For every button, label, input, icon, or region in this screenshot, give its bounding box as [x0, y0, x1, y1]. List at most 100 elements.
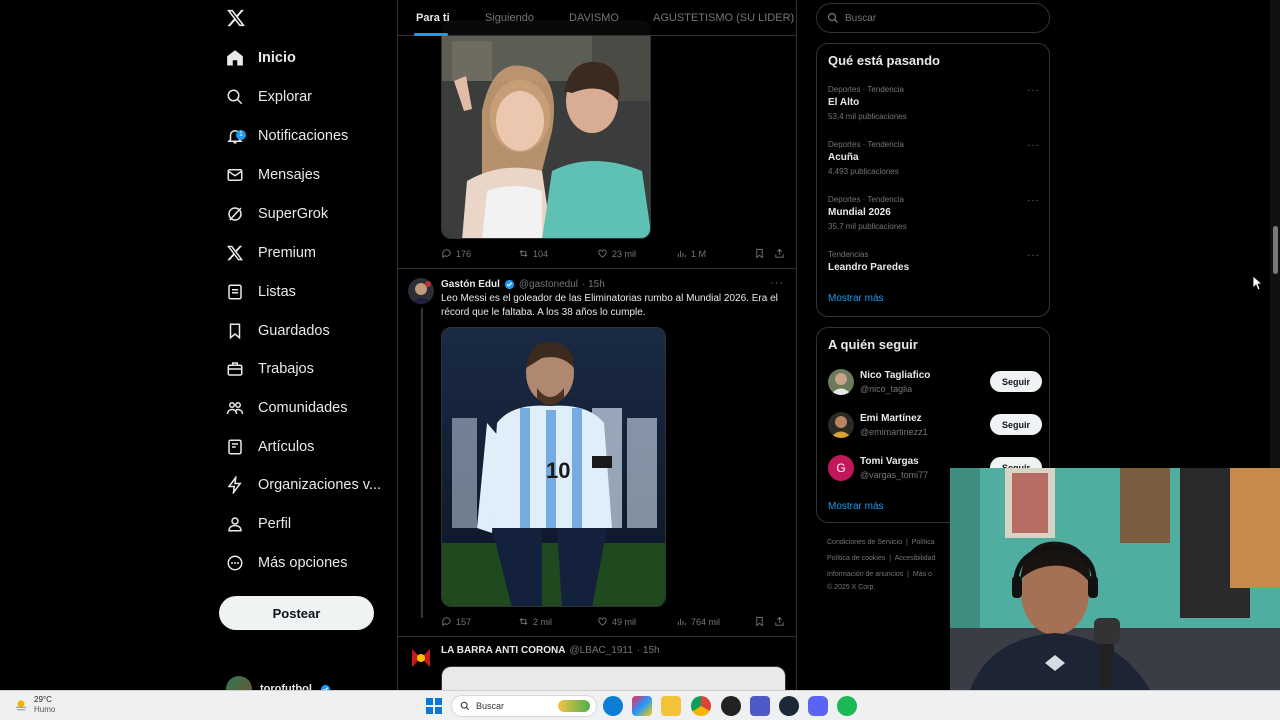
- tab-agustetismo[interactable]: AGUSTETISMO (SU LIDER): [653, 0, 794, 36]
- nav-item-perfil[interactable]: Perfil: [226, 508, 291, 540]
- nav-item-listas[interactable]: Listas: [226, 276, 296, 308]
- tab-para-ti[interactable]: Para ti: [416, 0, 450, 36]
- webcam-overlay: [950, 468, 1280, 690]
- like-button[interactable]: 23 mil: [597, 248, 636, 259]
- share-button[interactable]: [774, 248, 785, 259]
- post-image[interactable]: [441, 666, 786, 690]
- nav-item-notificaciones[interactable]: 1 Notificaciones: [226, 120, 348, 152]
- discord-icon[interactable]: [808, 696, 828, 716]
- nav-item-mas-opciones[interactable]: Más opciones: [226, 547, 347, 579]
- nav-item-premium[interactable]: Premium: [226, 237, 316, 269]
- trend-context: Deportes · Tendencia: [828, 195, 904, 204]
- show-more-link[interactable]: Mostrar más: [828, 293, 884, 304]
- more-options-icon[interactable]: ···: [1027, 140, 1040, 151]
- bookmark-button[interactable]: [754, 248, 765, 259]
- spotify-icon[interactable]: [837, 696, 857, 716]
- repost-count: 2 mil: [533, 616, 553, 627]
- active-tab-indicator: [414, 33, 448, 36]
- trend-item[interactable]: Deportes · Tendencia Mundial 2026 35,7 m…: [828, 195, 1042, 231]
- footer-link[interactable]: Política: [912, 539, 935, 546]
- chrome-icon[interactable]: [691, 696, 711, 716]
- chart-icon: [677, 618, 686, 626]
- tab-siguiendo[interactable]: Siguiendo: [485, 0, 534, 36]
- footer-links: Información de anuncios | Más o: [827, 571, 932, 578]
- obs-icon[interactable]: [721, 696, 741, 716]
- share-button[interactable]: [774, 616, 785, 627]
- views-button[interactable]: 764 mil: [676, 616, 720, 627]
- views-button[interactable]: 1 M: [676, 248, 706, 259]
- avatar[interactable]: [408, 278, 434, 304]
- show-more-link[interactable]: Mostrar más: [828, 501, 884, 512]
- more-options-icon[interactable]: ···: [1027, 250, 1040, 261]
- notification-badge: 1: [236, 130, 246, 140]
- author-name[interactable]: Gastón Edul: [441, 279, 500, 290]
- follow-button[interactable]: Seguir: [990, 371, 1042, 392]
- avatar[interactable]: [408, 645, 434, 671]
- people-icon: [226, 399, 244, 417]
- nav-item-explorar[interactable]: Explorar: [226, 81, 312, 113]
- who-to-follow-title: A quién seguir: [828, 337, 918, 352]
- footer-link[interactable]: Más o: [913, 571, 932, 578]
- bookmark-icon: [756, 616, 763, 627]
- reply-button[interactable]: 157: [441, 616, 471, 627]
- teams-icon[interactable]: [750, 696, 770, 716]
- nav-label: Notificaciones: [258, 128, 349, 144]
- tab-davismo[interactable]: DAVISMO: [569, 0, 619, 36]
- follow-suggestion[interactable]: Nico Tagliafico @nico_taglia Seguir: [828, 368, 1042, 398]
- nav-item-guardados[interactable]: Guardados: [226, 315, 330, 347]
- trend-context: Deportes · Tendencia: [828, 85, 904, 94]
- copyright: © 2025 X Corp.: [827, 584, 876, 591]
- author-name[interactable]: LA BARRA ANTI CORONA: [441, 645, 565, 656]
- nav-item-mensajes[interactable]: Mensajes: [226, 159, 320, 191]
- nav-item-inicio[interactable]: Inicio: [226, 42, 296, 74]
- verified-icon: [504, 279, 514, 290]
- windows-start-icon[interactable]: [424, 696, 444, 716]
- footer-link[interactable]: Accesibilidad: [895, 555, 936, 562]
- trend-title: Leandro Paredes: [828, 262, 910, 273]
- scrollbar-thumb[interactable]: [1273, 226, 1278, 274]
- trend-title: El Alto: [828, 97, 860, 108]
- footer-link[interactable]: Información de anuncios: [827, 571, 903, 578]
- follow-button[interactable]: Seguir: [990, 414, 1042, 435]
- author-handle[interactable]: @gastonedul: [519, 279, 578, 290]
- nav-item-organizaciones[interactable]: Organizaciones v...: [226, 469, 381, 501]
- footer-link[interactable]: Condiciones de Servicio: [827, 539, 902, 546]
- x-logo-icon[interactable]: [226, 8, 246, 28]
- bookmark-button[interactable]: [754, 616, 765, 627]
- steam-icon[interactable]: [779, 696, 799, 716]
- more-options-icon[interactable]: ···: [1027, 85, 1040, 96]
- more-options-icon[interactable]: ···: [770, 277, 784, 289]
- edge-icon[interactable]: [603, 696, 623, 716]
- nav-item-trabajos[interactable]: Trabajos: [226, 353, 314, 385]
- post-text: Leo Messi es el goleador de las Eliminat…: [441, 293, 778, 318]
- repost-button[interactable]: 104: [518, 248, 548, 259]
- more-options-icon[interactable]: ···: [1027, 195, 1040, 206]
- like-button[interactable]: 49 mil: [597, 616, 636, 627]
- search-input[interactable]: [845, 12, 1035, 24]
- author-handle[interactable]: @LBAC_1911: [569, 645, 632, 656]
- nav-item-supergrok[interactable]: SuperGrok: [226, 198, 328, 230]
- trend-item[interactable]: Tendencias Leandro Paredes ···: [828, 250, 1042, 273]
- reply-button[interactable]: 176: [441, 248, 471, 259]
- search-box[interactable]: [816, 3, 1050, 33]
- follow-suggestion[interactable]: Emi Martínez @emimartinezz1 Seguir: [828, 411, 1042, 441]
- post-button[interactable]: Postear: [219, 596, 374, 630]
- nav-label: Trabajos: [258, 361, 314, 377]
- nav-item-articulos[interactable]: Artículos: [226, 431, 314, 463]
- thread-line: [421, 308, 423, 618]
- taskbar-search[interactable]: Buscar: [451, 695, 597, 717]
- trend-item[interactable]: Deportes · Tendencia El Alto 53,4 mil pu…: [828, 85, 1042, 121]
- post-image-messi[interactable]: 10: [441, 327, 666, 607]
- copilot-icon[interactable]: [632, 696, 652, 716]
- mail-icon: [226, 166, 244, 184]
- nav-item-comunidades[interactable]: Comunidades: [226, 392, 347, 424]
- trend-item[interactable]: Deportes · Tendencia Acuña 4.493 publica…: [828, 140, 1042, 176]
- repost-button[interactable]: 2 mil: [518, 616, 552, 627]
- file-explorer-icon[interactable]: [661, 696, 681, 716]
- trend-count: 35,7 mil publicaciones: [828, 222, 907, 231]
- footer-links: Política de cookies | Accesibilidad: [827, 555, 935, 562]
- footer-link[interactable]: Política de cookies: [827, 555, 885, 562]
- post-image-selfie[interactable]: [441, 20, 651, 239]
- more-circle-icon: [226, 554, 244, 572]
- weather-widget[interactable]: 29°C Humo: [14, 695, 55, 715]
